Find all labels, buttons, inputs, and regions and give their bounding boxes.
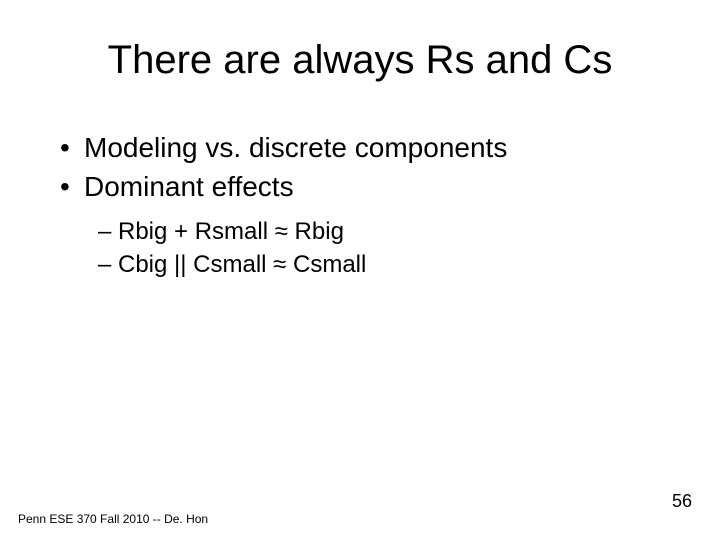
bullet-item: Modeling vs. discrete components xyxy=(60,130,660,165)
sub-bullet-list: Rbig + Rsmall ≈ Rbig Cbig || Csmall ≈ Cs… xyxy=(98,216,658,282)
footer-text: Penn ESE 370 Fall 2010 -- De. Hon xyxy=(18,512,208,526)
sub-bullet-item: Cbig || Csmall ≈ Csmall xyxy=(98,249,658,280)
slide: There are always Rs and Cs Modeling vs. … xyxy=(0,0,720,540)
slide-title: There are always Rs and Cs xyxy=(0,38,720,83)
sub-bullet-item: Rbig + Rsmall ≈ Rbig xyxy=(98,216,658,247)
page-number: 56 xyxy=(672,491,692,512)
bullet-item: Dominant effects xyxy=(60,169,660,204)
bullet-list: Modeling vs. discrete components Dominan… xyxy=(60,130,660,208)
